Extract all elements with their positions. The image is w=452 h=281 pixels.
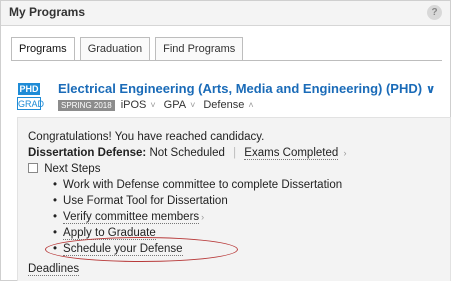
step-text: Use Format Tool for Dissertation xyxy=(63,195,228,207)
chevron-right-icon[interactable]: › xyxy=(343,148,346,158)
checkbox-icon[interactable] xyxy=(28,163,38,173)
dissertation-label: Dissertation Defense: xyxy=(28,147,147,159)
next-steps-toggle[interactable]: Next Steps xyxy=(28,163,100,175)
dissertation-status-row: Dissertation Defense: Not Scheduled | Ex… xyxy=(28,147,346,160)
tab-find-programs[interactable]: Find Programs xyxy=(155,37,244,61)
program-title-link[interactable]: Electrical Engineering (Arts, Media and … xyxy=(58,81,435,96)
separator: | xyxy=(233,147,237,159)
list-item: • Verify committee members › xyxy=(53,211,205,224)
dissertation-status: Not Scheduled xyxy=(149,147,225,159)
deadlines-link[interactable]: Deadlines xyxy=(28,263,80,276)
defense-link[interactable]: Defense xyxy=(203,99,244,111)
verify-committee-link[interactable]: Verify committee members xyxy=(63,211,200,224)
my-programs-panel: My Programs ? Programs Graduation Find P… xyxy=(0,0,451,281)
chevron-down-icon[interactable]: ∨ xyxy=(426,82,436,96)
highlight-oval xyxy=(45,237,238,262)
bullet-icon: • xyxy=(53,211,58,223)
chevron-down-icon[interactable]: ˅ xyxy=(150,100,155,110)
gpa-link[interactable]: GPA xyxy=(164,99,186,111)
bullet-icon: • xyxy=(53,179,58,191)
chevron-right-icon: › xyxy=(201,212,205,222)
chevron-up-icon[interactable]: ˄ xyxy=(248,100,253,110)
tab-programs[interactable]: Programs xyxy=(11,37,75,61)
panel-header: My Programs ? xyxy=(1,1,450,26)
tabs-divider xyxy=(11,60,442,61)
bullet-icon: • xyxy=(53,227,58,239)
level-badge: PHD xyxy=(18,83,40,95)
candidacy-message: Congratulations! You have reached candid… xyxy=(28,131,265,143)
ipos-link[interactable]: iPOS xyxy=(121,99,147,111)
career-badge: GRAD xyxy=(17,97,45,110)
program-meta-row: SPRING 2018 iPOS ˅ GPA ˅ Defense ˄ xyxy=(58,99,262,111)
step-text: Work with Defense committee to complete … xyxy=(63,179,343,191)
list-item: • Work with Defense committee to complete… xyxy=(53,179,342,191)
program-title-text: Electrical Engineering (Arts, Media and … xyxy=(58,81,423,96)
panel-title: My Programs xyxy=(9,5,86,19)
bullet-icon: • xyxy=(53,195,58,207)
program-tabs: Programs Graduation Find Programs xyxy=(11,37,248,61)
list-item: • Use Format Tool for Dissertation xyxy=(53,195,228,207)
next-steps-label: Next Steps xyxy=(44,163,101,175)
tab-graduation[interactable]: Graduation xyxy=(79,37,151,61)
chevron-down-icon[interactable]: ˅ xyxy=(190,100,195,110)
help-icon[interactable]: ? xyxy=(427,5,442,20)
exams-completed-link[interactable]: Exams Completed xyxy=(244,147,339,160)
term-badge: SPRING 2018 xyxy=(58,99,115,111)
